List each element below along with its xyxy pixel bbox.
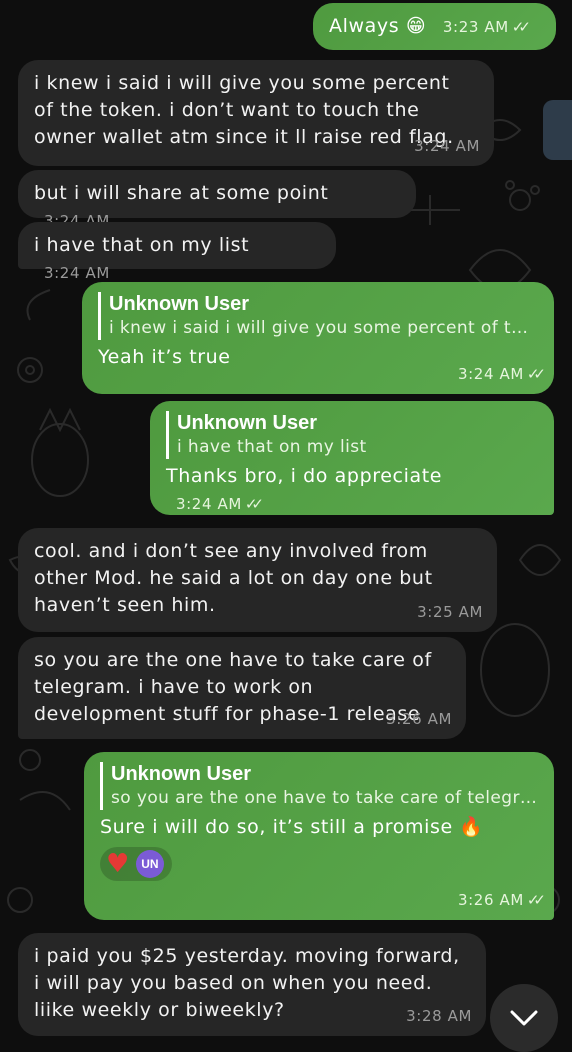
reactions: ♥ UN: [100, 847, 538, 881]
message-bubble[interactable]: i paid you $25 yesterday. moving forward…: [18, 933, 486, 1036]
message-bubble[interactable]: i knew i said i will give you some perce…: [18, 60, 494, 166]
message-time: 3:26 AM: [386, 710, 452, 728]
message-time: 3:24 AM ✓✓: [458, 365, 546, 383]
message-text: i paid you $25 yesterday. moving forward…: [34, 945, 460, 1021]
reply-quote-text: i have that on my list: [177, 437, 367, 457]
message-time: 3:26 AM ✓✓: [458, 891, 546, 909]
reply-quote-text: so you are the one have to take care of …: [111, 788, 538, 808]
reply-quote[interactable]: Unknown User i have that on my list: [166, 411, 538, 459]
reply-quote-author: Unknown User: [177, 412, 318, 434]
message-time: 3:28 AM: [406, 1007, 472, 1025]
reply-quote[interactable]: Unknown User i knew i said i will give y…: [98, 292, 538, 340]
double-check-icon: ✓✓: [526, 891, 546, 909]
reply-quote-text: i knew i said i will give you some perce…: [109, 318, 538, 338]
message-bubble[interactable]: cool. and i don’t see any involved from …: [18, 528, 497, 632]
message-time: 3:24 AM ✓✓: [176, 495, 264, 513]
scroll-down-button[interactable]: [490, 984, 558, 1052]
reply-quote-author: Unknown User: [109, 293, 250, 315]
message-text: i knew i said i will give you some perce…: [34, 72, 454, 148]
message-bubble[interactable]: Always 😁 3:23 AM ✓✓: [313, 3, 556, 50]
message-text: cool. and i don’t see any involved from …: [34, 540, 433, 616]
heart-icon: ♥: [106, 849, 130, 879]
side-panel-handle[interactable]: [543, 100, 572, 160]
message-bubble[interactable]: Unknown User i have that on my list Than…: [150, 401, 554, 515]
message-time: 3:24 AM: [414, 137, 480, 155]
avatar: UN: [135, 850, 164, 878]
message-time: 3:25 AM: [417, 603, 483, 621]
chevron-down-icon: [510, 1010, 538, 1026]
double-check-icon: ✓✓: [511, 18, 531, 36]
message-bubble[interactable]: Unknown User so you are the one have to …: [84, 752, 554, 920]
double-check-icon: ✓✓: [526, 365, 546, 383]
message-text: Sure i will do so, it’s still a promise …: [100, 816, 484, 838]
message-bubble[interactable]: so you are the one have to take care of …: [18, 637, 466, 739]
reply-quote-author: Unknown User: [111, 763, 252, 785]
message-bubble[interactable]: Unknown User i knew i said i will give y…: [82, 282, 554, 394]
message-text: Always 😁: [329, 15, 427, 37]
message-text: i have that on my list: [34, 234, 250, 256]
message-text: but i will share at some point: [34, 182, 329, 204]
reaction-chip[interactable]: ♥ UN: [100, 847, 172, 881]
double-check-icon: ✓✓: [244, 495, 264, 513]
message-bubble[interactable]: but i will share at some point 3:24 AM: [18, 170, 416, 230]
reply-quote[interactable]: Unknown User so you are the one have to …: [100, 762, 538, 810]
message-bubble[interactable]: i have that on my list 3:24 AM: [18, 222, 336, 282]
message-text: Thanks bro, i do appreciate: [166, 465, 443, 487]
message-time: 3:23 AM ✓✓: [442, 18, 531, 36]
